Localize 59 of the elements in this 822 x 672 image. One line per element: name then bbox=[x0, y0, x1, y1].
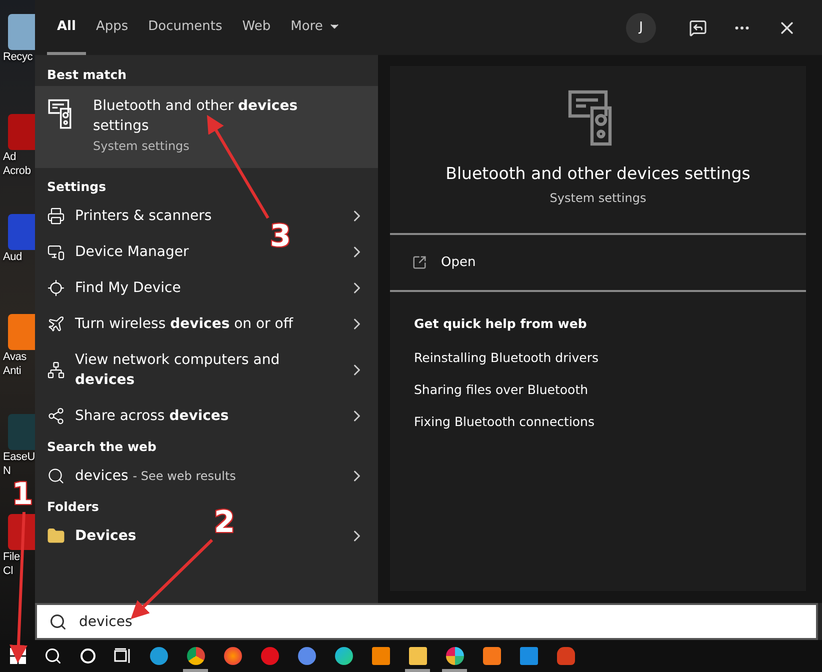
step-number: 2 bbox=[214, 508, 235, 538]
desktop-icon-label: Ad bbox=[3, 150, 16, 164]
step-number: 3 bbox=[270, 222, 291, 252]
best-match-result[interactable]: Bluetooth and other devices settings System settings bbox=[35, 86, 378, 168]
share-icon bbox=[47, 407, 65, 425]
help-link[interactable]: Sharing files over Bluetooth bbox=[390, 373, 806, 405]
help-link[interactable]: Reinstalling Bluetooth drivers bbox=[390, 341, 806, 373]
search-box[interactable]: devices bbox=[35, 603, 818, 640]
app-icon[interactable] bbox=[186, 647, 204, 665]
web-result[interactable]: devices - See web results bbox=[75, 466, 338, 486]
filter-tab[interactable]: More bbox=[280, 0, 351, 55]
app-icon[interactable] bbox=[334, 647, 352, 665]
desktop-icon-label: File bbox=[3, 550, 20, 564]
locate-icon bbox=[47, 279, 65, 297]
airplane-icon bbox=[47, 315, 65, 333]
app-icon[interactable] bbox=[372, 647, 390, 665]
section-heading: Settings bbox=[46, 178, 108, 196]
desktop-icon-label: Aud bbox=[3, 250, 22, 264]
settings-result[interactable]: Turn wireless devices on or off bbox=[75, 314, 338, 334]
desktop-icon-label: Recyc bbox=[3, 50, 33, 64]
preview-subtitle: System settings bbox=[550, 191, 646, 205]
app-icon[interactable] bbox=[446, 647, 464, 665]
folder-icon bbox=[47, 527, 65, 545]
help-heading: Get quick help from web bbox=[413, 315, 588, 333]
settings-result[interactable]: View network computers and devices bbox=[75, 350, 338, 390]
monitor-icon bbox=[47, 243, 65, 261]
desktop-icon-label: EaseU bbox=[3, 450, 35, 464]
account-avatar[interactable]: J bbox=[626, 12, 656, 42]
settings-result[interactable]: Find My Device bbox=[75, 278, 338, 298]
section-heading: Folders bbox=[46, 498, 100, 516]
network-icon bbox=[47, 361, 65, 379]
desktop-icon-label: Anti bbox=[3, 364, 22, 378]
settings-result[interactable]: Share across devices bbox=[75, 406, 338, 426]
app-icon[interactable] bbox=[224, 647, 242, 665]
preview-title: Bluetooth and other devices settings bbox=[446, 164, 750, 183]
filter-tab[interactable]: Web bbox=[232, 0, 281, 55]
filter-tab[interactable]: Documents bbox=[138, 0, 232, 55]
section-heading: Best match bbox=[46, 66, 128, 84]
result-subtitle: System settings bbox=[93, 139, 190, 153]
search-icon bbox=[47, 467, 65, 485]
section-heading: Search the web bbox=[46, 438, 158, 456]
app-icon[interactable] bbox=[150, 647, 168, 665]
printer-icon bbox=[47, 207, 65, 225]
app-icon[interactable] bbox=[482, 647, 500, 665]
external-link-icon bbox=[412, 255, 427, 270]
desktop-icon-label: N bbox=[3, 464, 11, 478]
app-icon[interactable] bbox=[520, 647, 538, 665]
desktop-icon-label: Cl bbox=[3, 564, 13, 578]
desktop-icon-label: Avas bbox=[3, 350, 26, 364]
result-title: Bluetooth and other devices settings bbox=[93, 97, 299, 136]
app-icon[interactable] bbox=[408, 647, 426, 665]
filter-tab[interactable]: Apps bbox=[86, 0, 138, 55]
search-field[interactable]: devices bbox=[77, 612, 804, 630]
desktop-icon-label: Acrob bbox=[3, 164, 31, 178]
app-icon[interactable] bbox=[298, 647, 316, 665]
help-link[interactable]: Fixing Bluetooth connections bbox=[390, 405, 806, 437]
search-icon bbox=[49, 612, 67, 630]
step-number: 1 bbox=[12, 480, 33, 510]
open-action[interactable]: Open bbox=[390, 235, 806, 292]
